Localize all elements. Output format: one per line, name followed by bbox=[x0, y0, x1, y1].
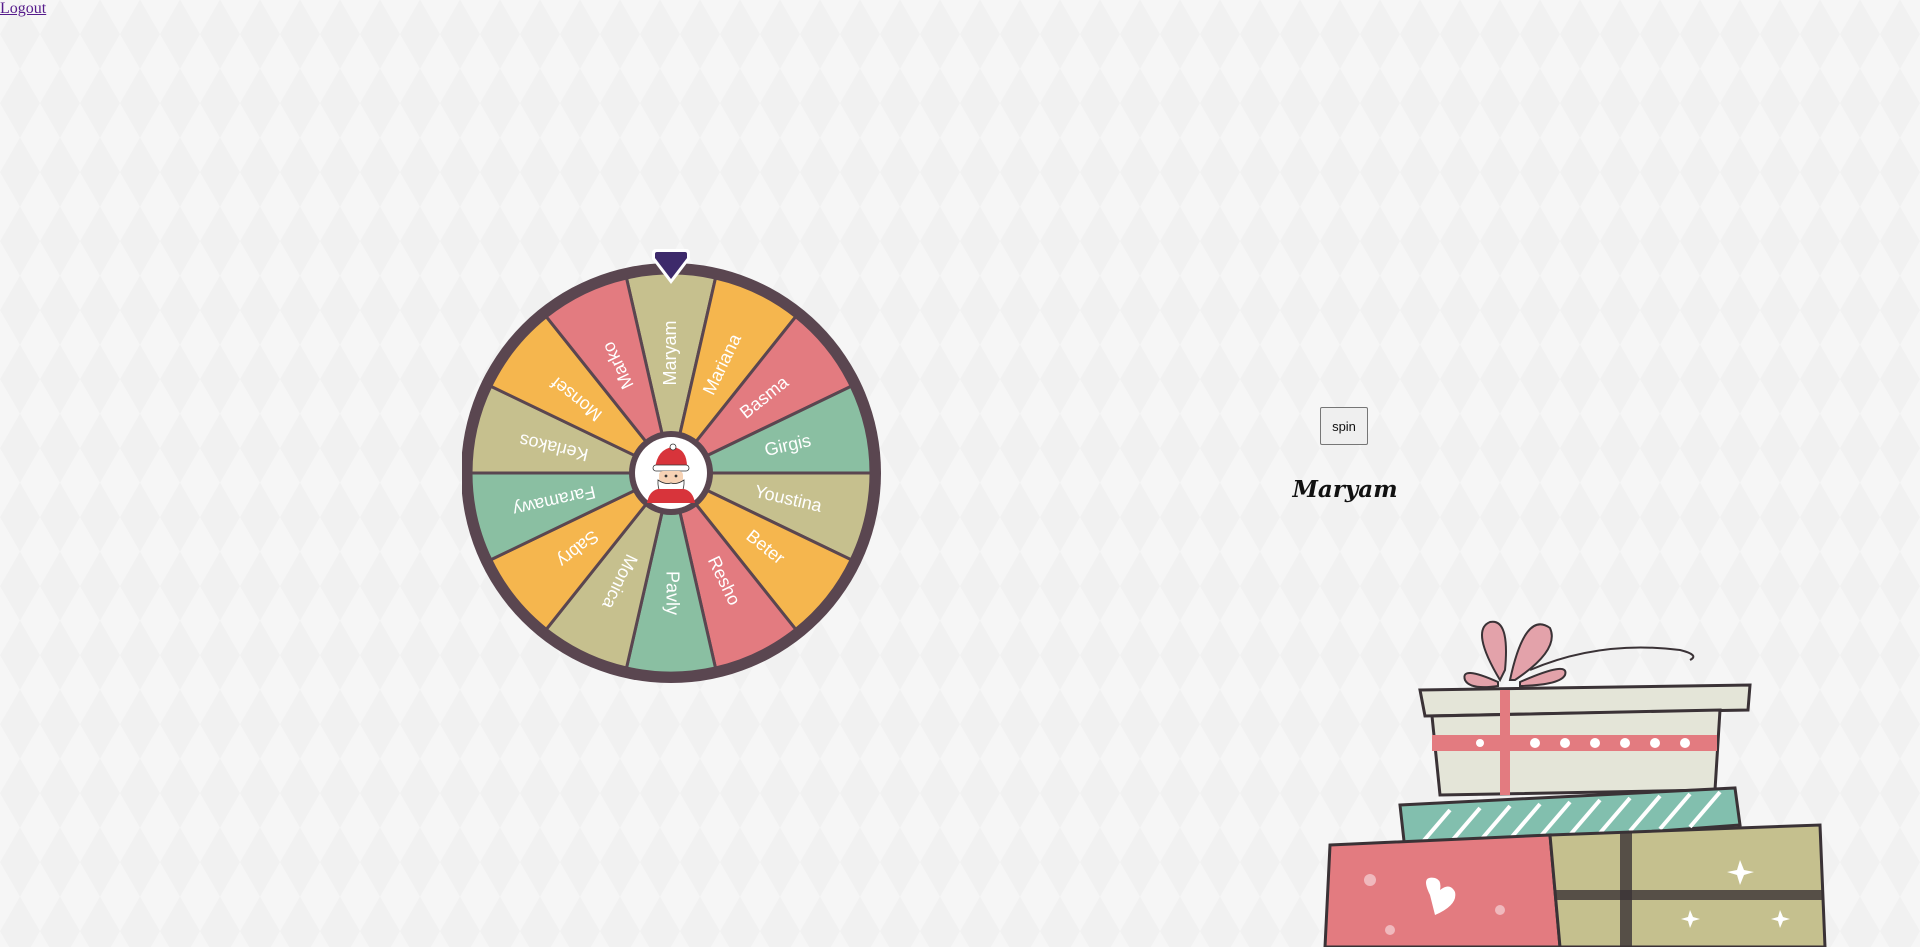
logout-link[interactable]: Logout bbox=[0, 0, 46, 18]
wheel-segment-label: Maryam bbox=[660, 320, 680, 385]
winner-name: Maryam bbox=[1292, 476, 1398, 503]
gift-boxes-illustration bbox=[1323, 620, 1827, 947]
spin-button[interactable]: spin bbox=[1320, 407, 1368, 445]
prize-wheel[interactable]: Maryam Mariana Basma Girgis Youstina Beter Res… bbox=[462, 243, 884, 683]
wheel-segment-label: Pavly bbox=[662, 571, 682, 615]
wheel-svg[interactable]: Maryam MarianaBasmaGirgisYoustinaBeterRes… bbox=[462, 243, 884, 683]
